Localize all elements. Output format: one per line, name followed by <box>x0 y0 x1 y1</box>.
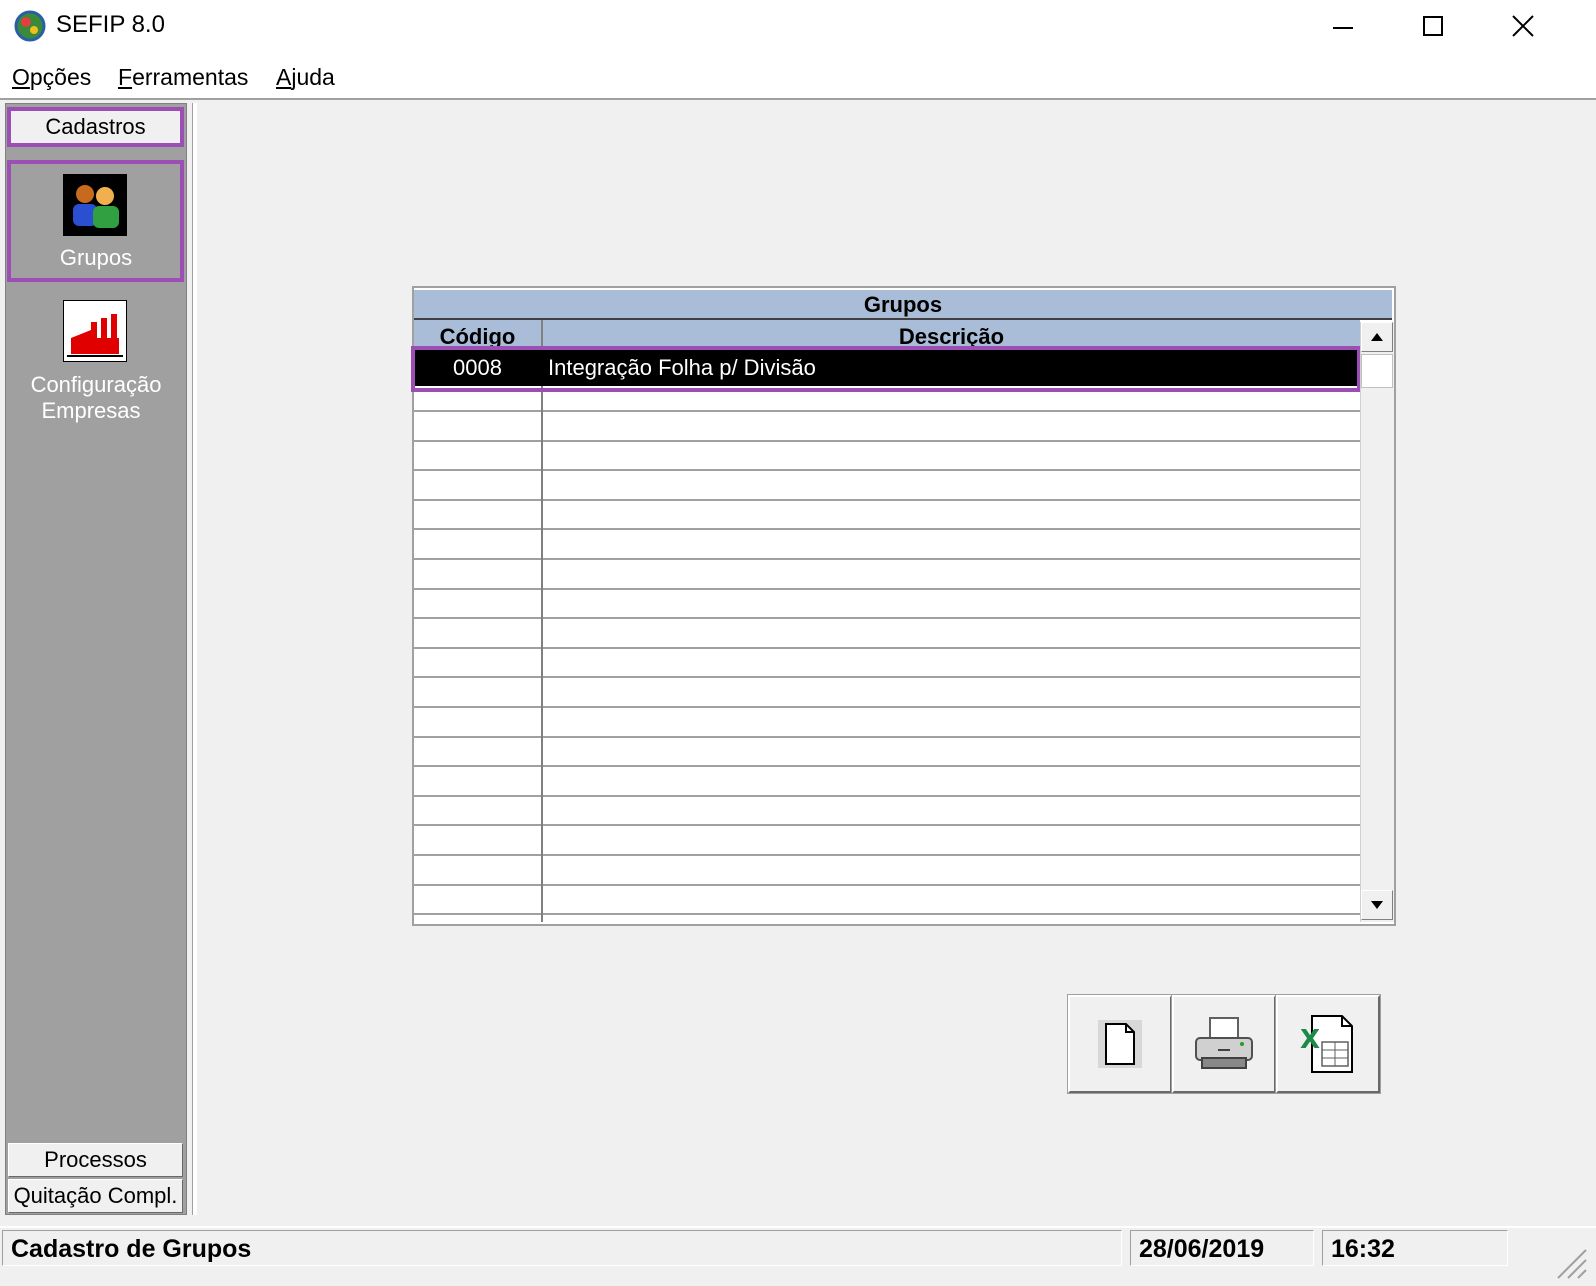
grid-row-line <box>414 883 1360 886</box>
print-button[interactable] <box>1171 994 1277 1094</box>
grid-row-line <box>414 587 1360 590</box>
excel-icon: X <box>1300 1015 1353 1073</box>
grid-row-line <box>414 913 1360 916</box>
grid-vertical-scrollbar[interactable] <box>1360 322 1394 922</box>
new-document-button[interactable] <box>1067 994 1173 1094</box>
grid-row-line <box>414 824 1360 827</box>
status-message: Cadastro de Grupos <box>2 1230 1122 1266</box>
grid-row-line <box>414 854 1360 856</box>
minimize-button[interactable] <box>1298 0 1388 52</box>
maximize-icon <box>1423 16 1443 36</box>
menu-ferramentas[interactable]: Ferramentas <box>118 64 248 91</box>
grid-row-line <box>414 794 1360 797</box>
maximize-button[interactable] <box>1388 0 1478 52</box>
resize-grip-icon[interactable] <box>1548 1240 1588 1280</box>
status-date: 28/06/2019 <box>1130 1230 1314 1266</box>
scroll-up-button[interactable] <box>1361 322 1393 352</box>
grid-row-line <box>414 735 1360 738</box>
close-icon <box>1512 15 1534 37</box>
scroll-down-button[interactable] <box>1361 890 1393 920</box>
menu-ajuda[interactable]: Ajuda <box>276 64 335 91</box>
grid-row-line <box>414 646 1360 649</box>
grid-row-line <box>414 765 1360 768</box>
close-button[interactable] <box>1478 0 1568 52</box>
scroll-thumb[interactable] <box>1361 354 1393 388</box>
sidebar-tool-grupos-label: Grupos <box>59 245 133 270</box>
panel-divider <box>192 103 197 1215</box>
blank-document-icon <box>1098 1020 1142 1068</box>
sidebar-tool-configuracao-label-line1: Configuração <box>30 372 162 397</box>
export-excel-button[interactable]: X <box>1275 994 1381 1094</box>
sidebar-header-cadastros[interactable]: Cadastros <box>7 107 184 147</box>
window-title: SEFIP 8.0 <box>56 11 165 38</box>
grid-row-line <box>414 439 1360 442</box>
grid-title: Grupos <box>414 290 1392 320</box>
grid-row-line <box>414 676 1360 679</box>
grid-row-line <box>414 498 1360 501</box>
minimize-icon <box>1333 27 1353 29</box>
grid-row-line <box>414 617 1360 620</box>
grid-row-line <box>414 558 1360 560</box>
sefip-app-icon <box>14 10 46 42</box>
status-time: 16:32 <box>1322 1230 1508 1266</box>
grid-row-line <box>414 528 1360 531</box>
sidebar-tool-configuracao-label-line2: Empresas <box>41 398 141 423</box>
arrow-up-icon <box>1371 333 1383 341</box>
menu-opcoes[interactable]: Opções <box>12 64 91 91</box>
factory-icon <box>63 300 127 362</box>
groups-users-icon <box>63 174 127 236</box>
arrow-down-icon <box>1371 901 1383 909</box>
grid-row-line <box>414 469 1360 472</box>
column-separator <box>541 320 543 922</box>
grid-row-line <box>414 410 1360 412</box>
grid-row-line <box>414 706 1360 708</box>
selected-row-highlight <box>411 346 1361 392</box>
printer-icon <box>1195 1017 1253 1069</box>
sidebar-button-processos[interactable]: Processos <box>8 1143 183 1177</box>
sidebar-button-quitacao-compl[interactable]: Quitação Compl. <box>8 1179 183 1213</box>
excel-x-glyph: X <box>1300 1025 1320 1055</box>
